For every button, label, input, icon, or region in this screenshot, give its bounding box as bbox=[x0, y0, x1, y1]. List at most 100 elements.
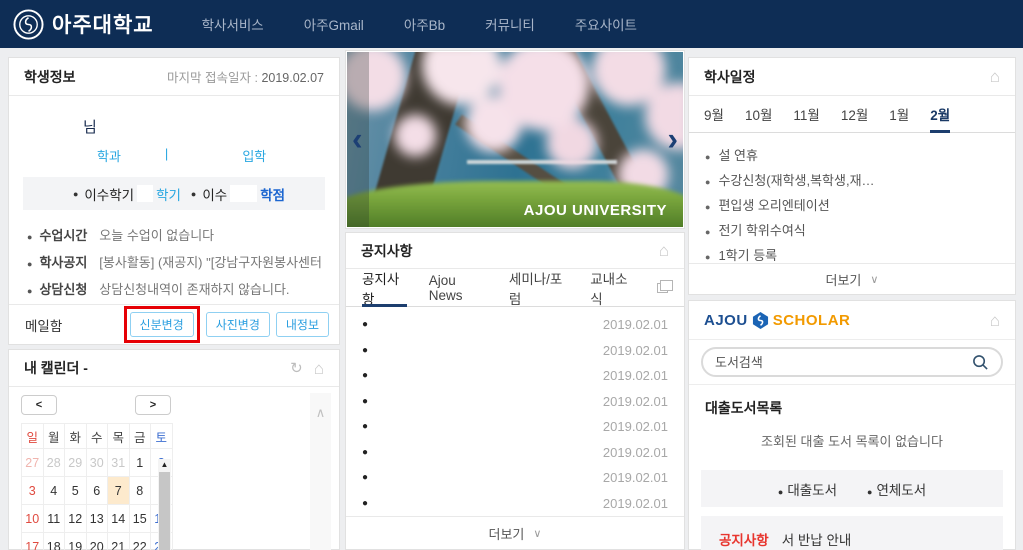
notices-more-button[interactable]: 더보기 ∨ bbox=[346, 516, 684, 549]
day-cell[interactable]: 11 bbox=[43, 505, 65, 533]
overdue-books-link[interactable]: ●연체도서 bbox=[867, 479, 926, 499]
day-cell[interactable]: 27 bbox=[22, 449, 44, 477]
home-icon[interactable]: ⌂ bbox=[659, 242, 669, 259]
menu-ajou-bb[interactable]: 아주Bb bbox=[404, 14, 445, 34]
day-cell[interactable]: 3 bbox=[22, 477, 44, 505]
calendar-next-button[interactable]: > bbox=[135, 395, 171, 415]
scrollbar-thumb[interactable] bbox=[159, 472, 170, 550]
schedule-more-button[interactable]: 더보기 ∨ bbox=[689, 263, 1015, 294]
my-calendar-panel: 내 캘린더 - ↻ ⌂ < > 일 월 화 수 목 금 토 bbox=[8, 349, 340, 550]
last-access-date: 마지막 접속일자 : 2019.02.07 bbox=[167, 67, 324, 86]
mailbox-label[interactable]: 메일함 bbox=[25, 315, 62, 335]
notice-item[interactable]: ●2019.02.01 bbox=[362, 389, 668, 415]
day-cell[interactable]: 19 bbox=[65, 533, 87, 550]
scholar-brand[interactable]: AJOU SCHOLAR bbox=[704, 312, 850, 329]
university-logo-text[interactable]: 아주대학교 bbox=[52, 9, 154, 39]
photo-change-button[interactable]: 사진변경 bbox=[206, 312, 270, 337]
tab-month-9[interactable]: 9월 bbox=[704, 96, 724, 132]
calendar-week-4: 17 18 19 20 21 22 23 bbox=[22, 533, 173, 550]
schedule-item[interactable]: ●수강신청(재학생,복학생,재… bbox=[705, 170, 999, 195]
day-cell[interactable]: 5 bbox=[65, 477, 87, 505]
day-cell[interactable]: 13 bbox=[86, 505, 108, 533]
day-cell[interactable]: 29 bbox=[65, 449, 87, 477]
day-cell[interactable]: 12 bbox=[65, 505, 87, 533]
day-cell[interactable]: 8 bbox=[129, 477, 151, 505]
loaned-books-link[interactable]: ●대출도서 bbox=[778, 479, 837, 499]
tab-seminar-forum[interactable]: 세미나/포럼 bbox=[509, 269, 568, 306]
schedule-item[interactable]: ●전기 학위수여식 bbox=[705, 220, 999, 245]
notice-item[interactable]: ●2019.02.01 bbox=[362, 440, 668, 466]
chevron-down-icon: ∨ bbox=[533, 527, 541, 540]
ajou-emblem-icon bbox=[13, 9, 44, 40]
day-cell[interactable]: 4 bbox=[43, 477, 65, 505]
menu-ajou-gmail[interactable]: 아주Gmail bbox=[304, 14, 364, 34]
chevron-up-icon[interactable]: ∧ bbox=[316, 405, 326, 550]
my-info-button[interactable]: 내정보 bbox=[276, 312, 329, 337]
credit-unit: 학점 bbox=[260, 184, 285, 204]
day-cell[interactable]: 28 bbox=[43, 449, 65, 477]
annotation-highlight-box: 신분변경 bbox=[124, 306, 200, 343]
day-cell[interactable]: 30 bbox=[86, 449, 108, 477]
tab-notices[interactable]: 공지사항 bbox=[362, 269, 407, 306]
tab-month-12[interactable]: 12월 bbox=[841, 96, 868, 132]
today-cell[interactable]: 7 bbox=[108, 477, 130, 505]
semester-unit: 학기 bbox=[156, 184, 181, 204]
credit-summary-box: ● 이수학기 학기 ● 이수 학점 bbox=[23, 177, 325, 210]
notice-item[interactable]: ●2019.02.01 bbox=[362, 312, 668, 338]
library-notice-bar[interactable]: 공지사항 서 반납 안내 bbox=[701, 516, 1003, 550]
counsel-request-row[interactable]: ● 상담신청 상담신청내역이 존재하지 않습니다. bbox=[27, 279, 321, 306]
day-cell[interactable]: 22 bbox=[129, 533, 151, 550]
loan-links-bar: ●대출도서 ●연체도서 bbox=[701, 470, 1003, 507]
scroll-up-icon[interactable]: ▲ bbox=[161, 459, 169, 471]
scholar-panel: AJOU SCHOLAR ⌂ 대출도서목록 조회된 대출 도서 목록이 없습니다… bbox=[688, 300, 1016, 550]
notice-item[interactable]: ●2019.02.01 bbox=[362, 491, 668, 517]
home-icon[interactable]: ⌂ bbox=[990, 312, 1000, 329]
day-cell[interactable]: 18 bbox=[43, 533, 65, 550]
academic-notice-row[interactable]: ● 학사공지 [봉사활동] (재공지) "[강남구자원봉사센터]… bbox=[27, 252, 321, 279]
day-cell[interactable]: 20 bbox=[86, 533, 108, 550]
notice-item[interactable]: ●2019.02.01 bbox=[362, 363, 668, 389]
day-cell[interactable]: 14 bbox=[108, 505, 130, 533]
book-search-input[interactable] bbox=[715, 355, 972, 370]
menu-academic-services[interactable]: 학사서비스 bbox=[202, 14, 264, 34]
schedule-item[interactable]: ●설 연휴 bbox=[705, 145, 999, 170]
notice-item[interactable]: ●2019.02.01 bbox=[362, 465, 668, 491]
schedule-item[interactable]: ●편입생 오리엔테이션 bbox=[705, 195, 999, 220]
day-cell[interactable]: 17 bbox=[22, 533, 44, 550]
tab-month-11[interactable]: 11월 bbox=[793, 96, 819, 132]
schedule-list-scrollbar[interactable]: ∧ bbox=[310, 393, 331, 550]
calendar-scrollbar[interactable]: ▲ bbox=[158, 459, 171, 550]
day-cell[interactable]: 6 bbox=[86, 477, 108, 505]
search-icon[interactable] bbox=[972, 354, 989, 371]
book-search-row bbox=[689, 340, 1015, 385]
refresh-icon[interactable]: ↻ bbox=[290, 359, 303, 377]
menu-major-sites[interactable]: 주요사이트 bbox=[575, 14, 637, 34]
carousel-prev-icon[interactable]: ‹ bbox=[352, 122, 363, 154]
class-time-row[interactable]: ● 수업시간 오늘 수업이 없습니다 bbox=[27, 225, 321, 252]
day-cell[interactable]: 10 bbox=[22, 505, 44, 533]
menu-community[interactable]: 커뮤니티 bbox=[485, 14, 535, 34]
day-cell[interactable]: 31 bbox=[108, 449, 130, 477]
calendar-week-2: 3 4 5 6 7 8 9 bbox=[22, 477, 173, 505]
day-cell[interactable]: 1 bbox=[129, 449, 151, 477]
notice-item[interactable]: ●2019.02.01 bbox=[362, 338, 668, 364]
day-cell[interactable]: 21 bbox=[108, 533, 130, 550]
academic-schedule-panel: 학사일정 ⌂ 9월 10월 11월 12월 1월 2월 ●설 연휴 ●수강신청(… bbox=[688, 57, 1016, 295]
home-icon[interactable]: ⌂ bbox=[314, 360, 324, 377]
calendar-prev-button[interactable]: < bbox=[21, 395, 57, 415]
tab-ajou-news[interactable]: Ajou News bbox=[429, 269, 487, 306]
tab-month-1[interactable]: 1월 bbox=[889, 96, 909, 132]
mini-calendar: 일 월 화 수 목 금 토 27 28 29 30 31 1 2 bbox=[21, 423, 173, 550]
home-icon[interactable]: ⌂ bbox=[990, 68, 1000, 85]
carousel-next-icon[interactable]: › bbox=[667, 122, 678, 154]
tab-campus-news[interactable]: 교내소식 bbox=[590, 269, 635, 306]
month-tabs: 9월 10월 11월 12월 1월 2월 bbox=[689, 96, 1015, 133]
day-cell[interactable]: 15 bbox=[129, 505, 151, 533]
tab-month-10[interactable]: 10월 bbox=[745, 96, 772, 132]
notice-item[interactable]: ●2019.02.01 bbox=[362, 414, 668, 440]
tab-month-2[interactable]: 2월 bbox=[930, 96, 950, 132]
notice-list: ●2019.02.01 ●2019.02.01 ●2019.02.01 ●201… bbox=[346, 307, 684, 516]
identity-change-button[interactable]: 신분변경 bbox=[130, 312, 194, 337]
notices-panel: 공지사항 ⌂ 공지사항 Ajou News 세미나/포럼 교내소식 ●2019.… bbox=[345, 232, 685, 550]
popup-windows-icon[interactable] bbox=[657, 283, 668, 293]
